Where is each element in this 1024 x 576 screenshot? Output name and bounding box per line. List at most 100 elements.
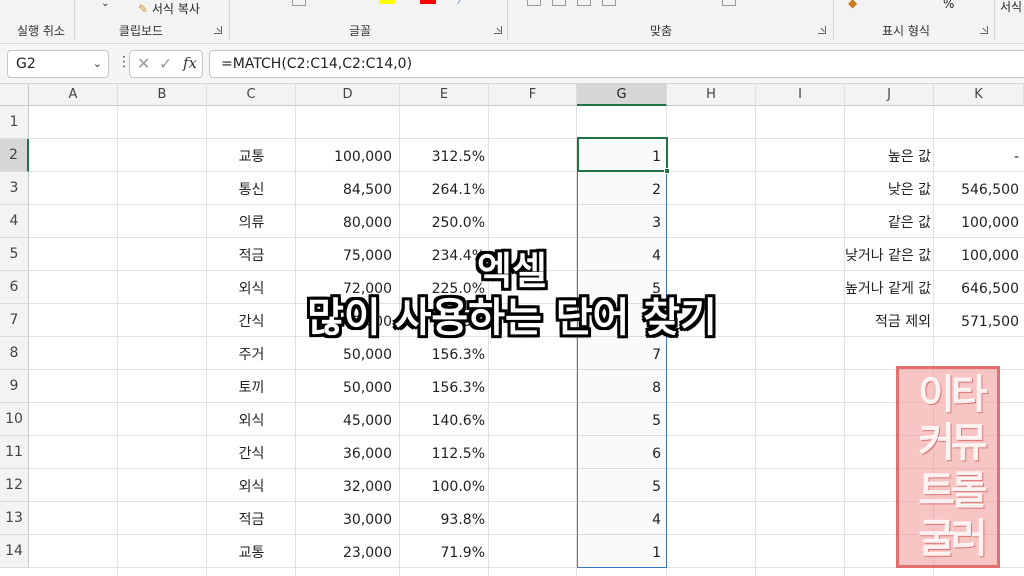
clipboard-group-label: 클립보드 (118, 24, 164, 38)
border-icon[interactable] (292, 0, 306, 6)
cell-e-14[interactable]: 71.9% (400, 535, 485, 568)
cell-c-10[interactable]: 외식 (207, 403, 296, 436)
column-header-h[interactable]: H (667, 84, 756, 106)
selected-range (577, 137, 667, 568)
cell-c-11[interactable]: 간식 (207, 436, 296, 469)
cell-e-12[interactable]: 100.0% (400, 469, 485, 502)
format-painter-label: 서식 복사 (151, 2, 200, 16)
cell-d-10[interactable]: 45,000 (296, 403, 392, 436)
cell-d-3[interactable]: 84,500 (296, 172, 392, 205)
seal-stamp: 이타 커뮤 트롤 굴러 (896, 366, 1000, 568)
merge-icon[interactable] (722, 0, 736, 6)
enter-icon[interactable]: ✓ (159, 54, 172, 73)
name-box[interactable]: G2 ⌄ (7, 50, 109, 78)
cell-j-2[interactable]: 높은 값 (845, 139, 931, 172)
insert-function-icon[interactable]: fx (183, 54, 197, 72)
cell-c-4[interactable]: 의류 (207, 205, 296, 238)
align-right-icon[interactable] (577, 0, 591, 6)
cell-e-3[interactable]: 264.1% (400, 172, 485, 205)
column-header-i[interactable]: I (756, 84, 845, 106)
percent-style-icon[interactable]: % (943, 0, 954, 11)
cell-c-2[interactable]: 교통 (207, 139, 296, 172)
cell-d-4[interactable]: 80,000 (296, 205, 392, 238)
formula-buttons: ✕ ✓ fx (129, 50, 203, 78)
cell-e-9[interactable]: 156.3% (400, 370, 485, 403)
column-header-d[interactable]: D (296, 84, 400, 106)
row-header-1[interactable]: 1 (0, 106, 29, 139)
column-header-a[interactable]: A (29, 84, 118, 106)
font-launcher-icon[interactable] (494, 26, 502, 34)
align-center-icon[interactable] (552, 0, 566, 6)
row-header-2[interactable]: 2 (0, 139, 29, 172)
cancel-icon[interactable]: ✕ (137, 54, 150, 73)
cell-j-3[interactable]: 낮은 값 (845, 172, 931, 205)
format-painter-button[interactable]: ✎ 서식 복사 (138, 0, 200, 17)
cell-c-12[interactable]: 외식 (207, 469, 296, 502)
row-header-4[interactable]: 4 (0, 205, 29, 238)
fill-handle[interactable] (664, 168, 670, 174)
name-box-value: G2 (16, 56, 36, 72)
row-header-3[interactable]: 3 (0, 172, 29, 205)
row-gridline (29, 369, 1024, 370)
row-gridline (29, 534, 1024, 535)
column-header-e[interactable]: E (400, 84, 489, 106)
dropdown-arrow-icon[interactable]: ⌄ (101, 0, 109, 9)
column-header-g[interactable]: G (577, 84, 667, 106)
row-header-14[interactable]: 14 (0, 535, 29, 568)
column-header-k[interactable]: K (934, 84, 1024, 106)
column-header-c[interactable]: C (207, 84, 296, 106)
cell-c-9[interactable]: 토끼 (207, 370, 296, 403)
cell-d-9[interactable]: 50,000 (296, 370, 392, 403)
row-gridline (29, 402, 1024, 403)
row-header-12[interactable]: 12 (0, 469, 29, 502)
number-group-label: 표시 형식 (882, 24, 930, 38)
row-header-10[interactable]: 10 (0, 403, 29, 436)
seal-text-row: 커뮤 (918, 420, 988, 466)
font-color-swatch[interactable] (420, 0, 436, 4)
row-header-9[interactable]: 9 (0, 370, 29, 403)
ribbon-separator (74, 0, 75, 40)
cell-e-10[interactable]: 140.6% (400, 403, 485, 436)
select-all-corner[interactable] (0, 84, 29, 106)
cell-j-4[interactable]: 같은 값 (845, 205, 931, 238)
cell-e-4[interactable]: 250.0% (400, 205, 485, 238)
cell-e-11[interactable]: 112.5% (400, 436, 485, 469)
cell-c-13[interactable]: 적금 (207, 502, 296, 535)
comma-style-icon[interactable]: ◆ (848, 0, 857, 10)
cell-k-4[interactable]: 100,000 (934, 205, 1019, 238)
column-header-b[interactable]: B (118, 84, 207, 106)
font-expand-icon[interactable]: ⁄ (459, 0, 461, 7)
cell-e-13[interactable]: 93.8% (400, 502, 485, 535)
cell-k-3[interactable]: 546,500 (934, 172, 1019, 205)
number-launcher-icon[interactable] (980, 26, 988, 34)
cell-e-2[interactable]: 312.5% (400, 139, 485, 172)
formula-input[interactable]: =MATCH(C2:C14,C2:C14,0) (209, 50, 1024, 78)
row-header-11[interactable]: 11 (0, 436, 29, 469)
seal-text-row: 이타 (918, 372, 988, 418)
cell-d-13[interactable]: 30,000 (296, 502, 392, 535)
column-header-f[interactable]: F (489, 84, 577, 106)
highlight-color-swatch[interactable] (379, 0, 395, 4)
active-cell[interactable] (577, 137, 668, 172)
chevron-down-icon[interactable]: ⌄ (93, 57, 102, 70)
brush-icon: ✎ (138, 2, 149, 16)
seal-text-row: 트롤 (918, 468, 988, 514)
ribbon-separator (833, 0, 834, 40)
align-launcher-icon[interactable] (818, 26, 826, 34)
ribbon-separator (507, 0, 508, 40)
cell-c-3[interactable]: 통신 (207, 172, 296, 205)
font-group-label: 글꼴 (348, 24, 372, 38)
cell-d-12[interactable]: 32,000 (296, 469, 392, 502)
cell-k-2[interactable]: - (934, 139, 1019, 172)
row-header-13[interactable]: 13 (0, 502, 29, 535)
align-left-icon[interactable] (527, 0, 541, 6)
cell-d-11[interactable]: 36,000 (296, 436, 392, 469)
wrap-text-icon[interactable] (602, 0, 616, 6)
cell-d-14[interactable]: 23,000 (296, 535, 392, 568)
cell-c-14[interactable]: 교통 (207, 535, 296, 568)
undo-group-label: 실행 취소 (17, 24, 65, 38)
column-header-j[interactable]: J (845, 84, 934, 106)
clipboard-launcher-icon[interactable] (214, 26, 222, 34)
cell-styles-button[interactable]: 서식 (1000, 0, 1022, 15)
cell-d-2[interactable]: 100,000 (296, 139, 392, 172)
